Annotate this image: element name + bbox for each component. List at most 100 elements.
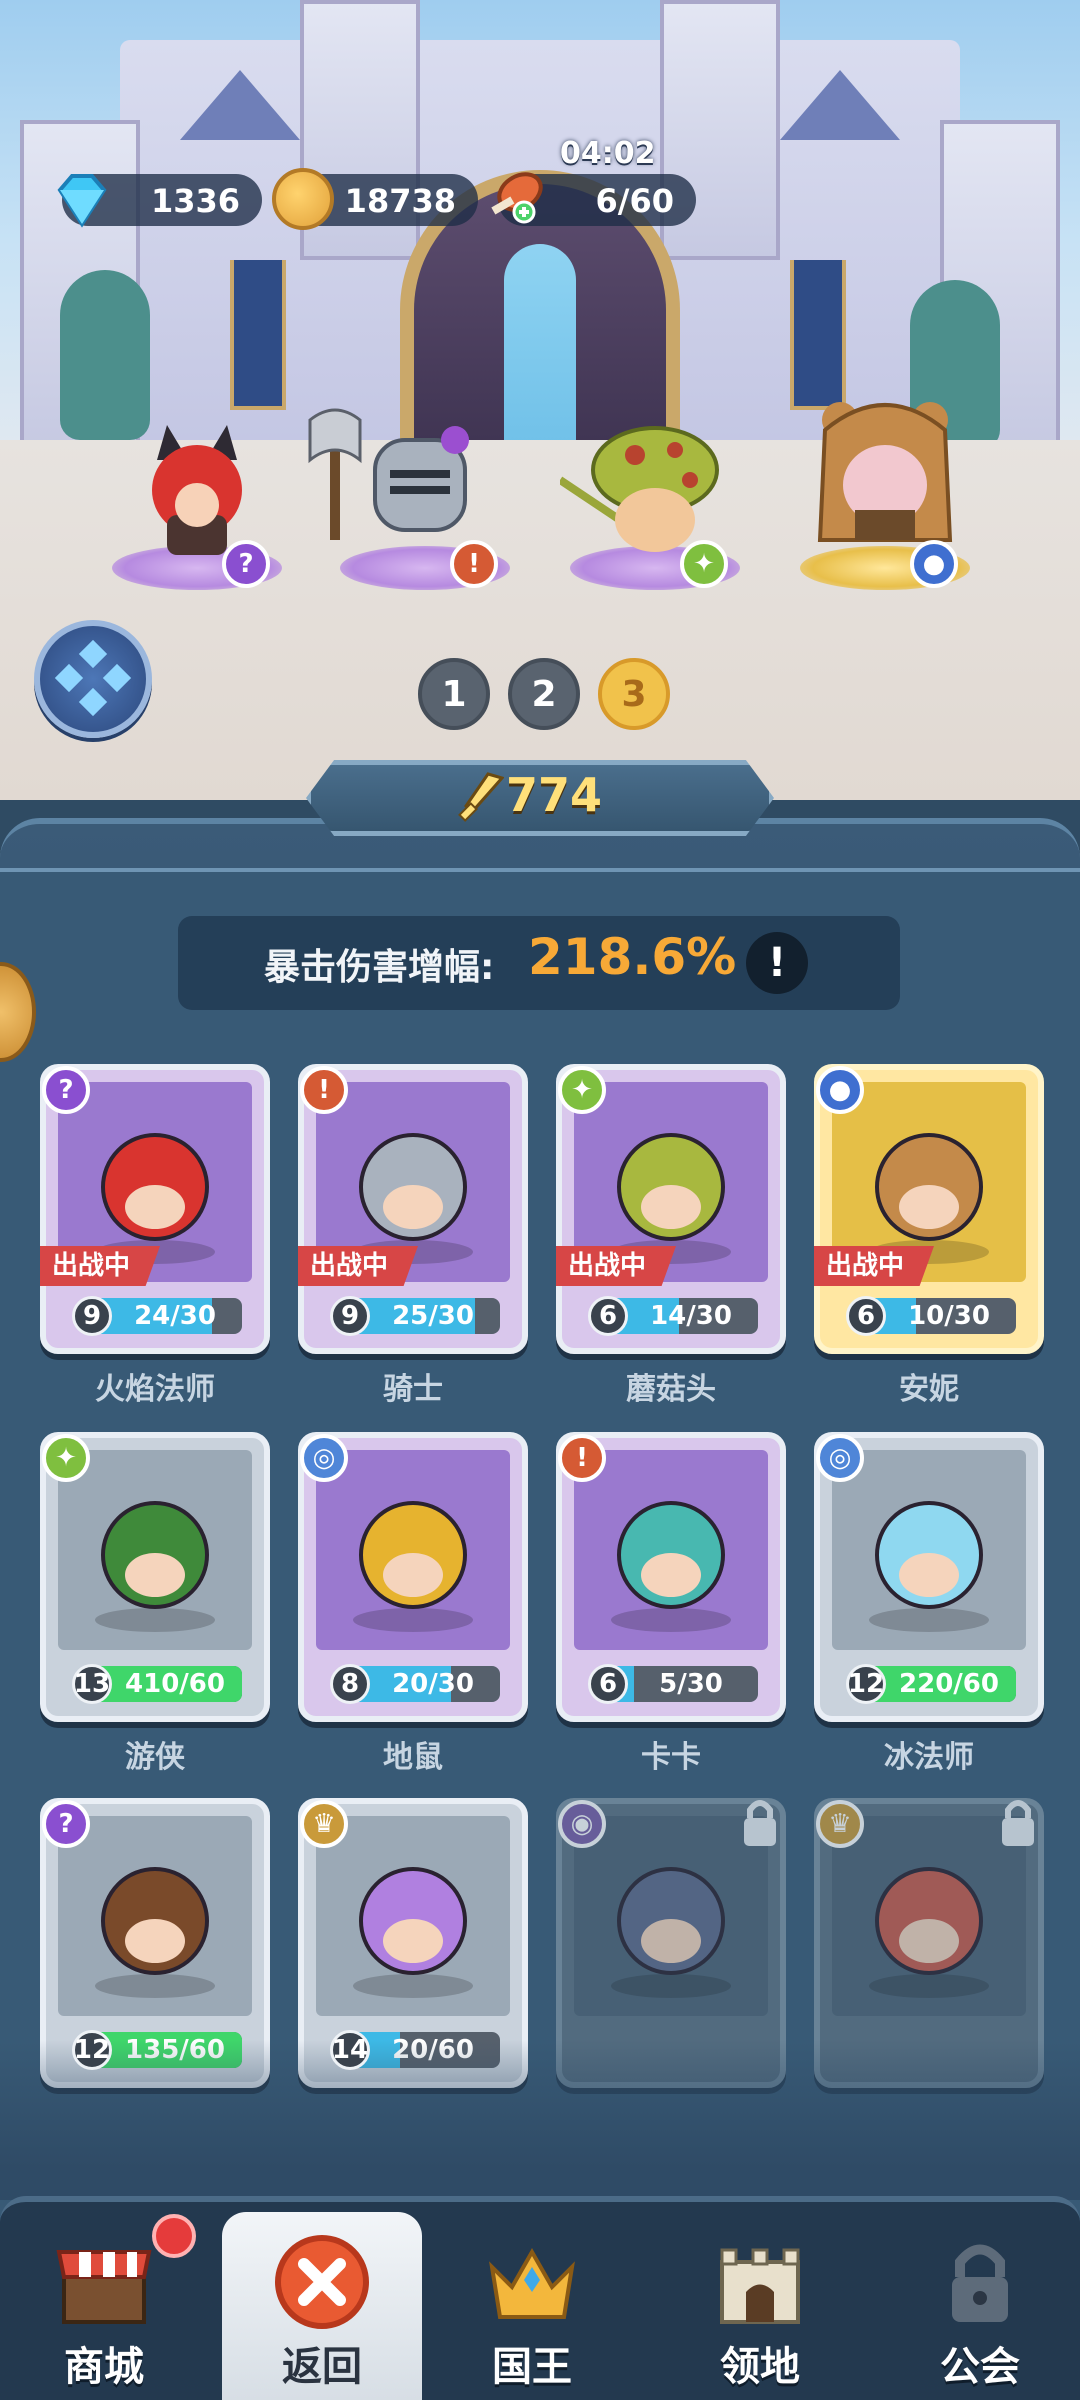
lock-icon — [744, 1800, 776, 1846]
nav-shop-label: 商城 — [64, 2344, 144, 2390]
hero-level: 9 — [72, 1296, 112, 1336]
sword-class-icon: ! — [450, 540, 498, 588]
roof-right — [780, 70, 900, 140]
castle-icon — [720, 2248, 800, 2324]
hero-name: 冰法师 — [884, 1740, 974, 1775]
shard-progress-bar: 20/30 — [350, 1666, 500, 1702]
sword-class-icon: ! — [300, 1066, 348, 1114]
field-hero-mushroom[interactable]: ✦ — [560, 420, 740, 590]
hero-portrait — [58, 1450, 252, 1650]
shard-progress-text: 24/30 — [134, 1301, 216, 1331]
hero-card[interactable]: ◎ 20/30 8 — [298, 1432, 528, 1722]
formation-icon — [54, 639, 132, 717]
list-fade — [0, 2040, 1080, 2200]
lock-icon — [1002, 1800, 1034, 1846]
shard-progress-text: 410/60 — [125, 1669, 225, 1699]
stamina-counter[interactable]: 6/60 — [491, 172, 696, 226]
hero-level: 6 — [846, 1296, 886, 1336]
sword-class-icon: ! — [558, 1434, 606, 1482]
shop-stall-icon — [56, 2250, 152, 2324]
coin-counter[interactable]: 18738 — [272, 168, 478, 230]
hero-portrait — [316, 1450, 510, 1650]
nav-territory[interactable]: 领地 — [660, 2212, 860, 2400]
hero-card[interactable]: ✦ 出战中 14/30 6 — [556, 1064, 786, 1354]
hero-card[interactable]: ● 出战中 10/30 6 — [814, 1064, 1044, 1354]
field-hero-annie[interactable]: ● — [800, 402, 970, 590]
shop-notification-dot — [152, 2214, 196, 2258]
hero-portrait — [832, 1450, 1026, 1650]
banner-left — [230, 260, 286, 410]
hero-level: 12 — [846, 1664, 886, 1704]
hero-level: 14 — [330, 2030, 370, 2070]
deployed-tag: 出战中 — [556, 1246, 676, 1286]
coin-count: 18738 — [344, 182, 456, 220]
field-hero-knight[interactable]: ! — [308, 408, 510, 590]
crit-info-button[interactable]: ! — [746, 932, 808, 994]
field-hero-fire-mage[interactable]: ? — [112, 420, 282, 590]
deployed-tag: 出战中 — [814, 1246, 934, 1286]
hero-card[interactable]: ◎ 220/60 12 — [814, 1432, 1044, 1722]
tree — [60, 270, 150, 440]
hero-portrait — [574, 1450, 768, 1650]
shard-progress-text: 5/30 — [659, 1669, 723, 1699]
stamina-timer: 04:02 — [560, 136, 656, 171]
eye-icon: ◉ — [558, 1800, 606, 1848]
swirl-icon: ◎ — [300, 1434, 348, 1482]
gem-counter[interactable]: 1336 — [57, 174, 262, 228]
shard-progress-text: 14/30 — [650, 1301, 732, 1331]
hero-name: 卡卡 — [641, 1740, 701, 1775]
staff-icon: ? — [42, 1800, 90, 1848]
team-tab-3[interactable]: 3 — [598, 658, 670, 730]
shard-progress-bar: 25/30 — [350, 1298, 500, 1334]
crit-label: 暴击伤害增幅: — [264, 947, 495, 988]
meat-plus-icon — [491, 172, 543, 224]
shard-progress-text: 220/60 — [899, 1669, 999, 1699]
coin-icon — [272, 168, 334, 230]
constellation-icon: ✦ — [680, 540, 728, 588]
close-icon — [275, 2235, 369, 2329]
hero-level: 13 — [72, 1664, 112, 1704]
crown-wing-icon: ♛ — [816, 1800, 864, 1848]
hero-card[interactable]: ! 出战中 25/30 9 — [298, 1064, 528, 1354]
banner-right — [790, 260, 846, 410]
hero-name: 骑士 — [383, 1372, 443, 1407]
shard-progress-bar: 5/30 — [608, 1666, 758, 1702]
hero-card[interactable]: ! 5/30 6 — [556, 1432, 786, 1722]
shard-progress-bar: 410/60 — [92, 1666, 242, 1702]
hero-level: 12 — [72, 2030, 112, 2070]
formation-button[interactable] — [34, 620, 152, 738]
staff-icon: ? — [42, 1066, 90, 1114]
hero-level: 8 — [330, 1664, 370, 1704]
crown-icon — [489, 2247, 575, 2319]
power-sword-icon — [458, 772, 504, 822]
gem-count: 1336 — [150, 182, 240, 220]
paw-icon: ● — [816, 1066, 864, 1114]
nav-king[interactable]: 国王 — [432, 2212, 632, 2400]
deployed-tag: 出战中 — [298, 1246, 418, 1286]
shard-progress-bar: 14/30 — [608, 1298, 758, 1334]
hero-card[interactable]: ✦ 410/60 13 — [40, 1432, 270, 1722]
team-power: 774 — [506, 768, 603, 822]
roof-left — [180, 70, 300, 140]
shard-progress-text: 10/30 — [908, 1301, 990, 1331]
team-tab-2[interactable]: 2 — [508, 658, 580, 730]
team-tab-1[interactable]: 1 — [418, 658, 490, 730]
swirl-icon: ◎ — [816, 1434, 864, 1482]
hero-name: 火焰法师 — [95, 1372, 215, 1407]
hero-portrait — [58, 1816, 252, 2016]
shard-progress-text: 20/30 — [392, 1669, 474, 1699]
hero-card[interactable]: ? 出战中 24/30 9 — [40, 1064, 270, 1354]
hero-name: 蘑菇头 — [626, 1372, 716, 1407]
shard-progress-bar: 24/30 — [92, 1298, 242, 1334]
shard-progress-bar: 10/30 — [866, 1298, 1016, 1334]
hero-name: 地鼠 — [383, 1740, 443, 1775]
hero-name: 游侠 — [125, 1740, 185, 1775]
nav-back[interactable]: 返回 — [222, 2212, 422, 2400]
diamond-icon — [57, 174, 107, 228]
shard-progress-text: 25/30 — [392, 1301, 474, 1331]
crit-value: 218.6% — [528, 928, 737, 986]
shard-progress-bar: 220/60 — [866, 1666, 1016, 1702]
constellation-icon: ✦ — [42, 1434, 90, 1482]
nav-guild[interactable]: 公会 — [880, 2212, 1080, 2400]
constellation-icon: ✦ — [558, 1066, 606, 1114]
